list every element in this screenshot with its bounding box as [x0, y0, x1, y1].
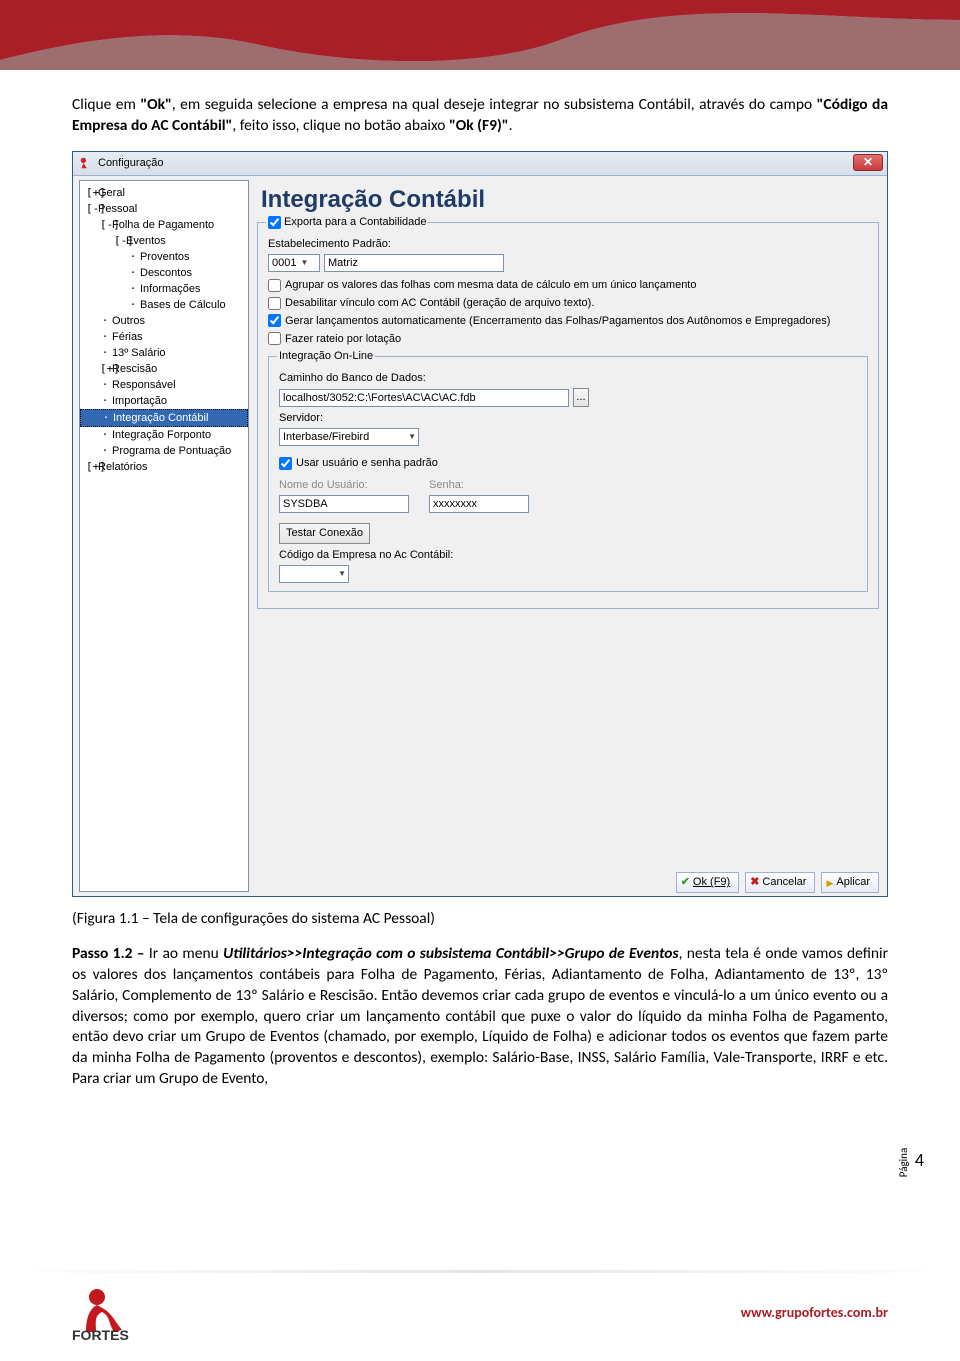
chk-default-user[interactable] [279, 457, 292, 470]
tree-node[interactable]: ·Importação [80, 393, 248, 409]
text: , em seguida selecione a empresa na qual… [172, 95, 817, 114]
lbl-db: Caminho do Banco de Dados: [279, 371, 857, 386]
tree-node[interactable]: ·Bases de Cálculo [80, 297, 248, 313]
text: . [509, 116, 513, 135]
bold-ok-f9: "Ok (F9)" [449, 116, 509, 135]
test-connection-button[interactable]: Testar Conexão [279, 523, 370, 544]
ok-button[interactable]: ✔Ok (F9) [676, 872, 740, 893]
tree-node[interactable]: ·Responsável [80, 377, 248, 393]
paragraph-passo: Passo 1.2 – Ir ao menu Utilitários>>Inte… [72, 944, 888, 1090]
db-path-field[interactable] [279, 389, 569, 407]
estab-name-field[interactable] [324, 254, 504, 272]
window-titlebar: Configuração ✕ [73, 152, 887, 176]
tree-node[interactable]: [-]Pessoal [80, 201, 248, 217]
screenshot-figure: Configuração ✕ [+]Geral[-]Pessoal[-]Folh… [72, 151, 888, 897]
config-panel: Integração Contábil Exporta para a Conta… [253, 176, 887, 896]
footer-separator [0, 1270, 960, 1273]
text: Clique em [72, 95, 140, 114]
tree-node[interactable]: [+]Relatórios [80, 459, 248, 475]
close-button[interactable]: ✕ [853, 154, 883, 171]
chk-gerar[interactable] [268, 314, 281, 327]
text: , nesta tela é onde vamos definir os val… [72, 944, 888, 1089]
chk-exporta[interactable] [268, 216, 281, 229]
check-icon: ✔ [681, 875, 690, 890]
tree-node[interactable]: [-]Eventos [80, 233, 248, 249]
server-value: Interbase/Firebird [283, 430, 369, 445]
x-icon: ✖ [750, 875, 759, 890]
app-icon [79, 156, 93, 170]
tree-node[interactable]: ·Integração Contábil [80, 409, 248, 427]
chevron-down-icon: ▼ [300, 258, 308, 269]
chk-rateio[interactable] [268, 332, 281, 345]
tree-node[interactable]: [+]Geral [80, 185, 248, 201]
chk-agrupar[interactable] [268, 279, 281, 292]
tree-node[interactable]: ·Integração Forponto [80, 427, 248, 443]
tree-node[interactable]: ·Férias [80, 329, 248, 345]
lbl-user: Nome do Usuário: [279, 478, 409, 493]
page-label: Página [898, 1148, 911, 1177]
group-online: Integração On-Line Caminho do Banco de D… [268, 356, 868, 592]
window-footer: ✔Ok (F9) ✖Cancelar ▶Aplicar [676, 870, 879, 896]
lbl-codigo-ac: Código da Empresa no Ac Contábil: [279, 548, 857, 563]
brand-name: FORTES [72, 1327, 129, 1342]
tree-node[interactable]: ·Outros [80, 313, 248, 329]
lbl-gerar: Gerar lançamentos automaticamente (Encer… [285, 315, 830, 327]
lbl-servidor: Servidor: [279, 411, 857, 426]
text: , feito isso, clique no botão abaixo [232, 116, 449, 135]
pass-field[interactable] [429, 495, 529, 513]
chevron-down-icon: ▼ [338, 569, 346, 580]
footer-url: www.grupofortes.com.br [741, 1304, 888, 1321]
page-num-value: 4 [915, 1149, 924, 1171]
passo-label: Passo 1.2 – [72, 944, 149, 963]
tree-node[interactable]: ·Proventos [80, 249, 248, 265]
codigo-ac-select[interactable]: ▼ [279, 565, 349, 583]
tree-node[interactable]: ·Descontos [80, 265, 248, 281]
lbl-rateio: Fazer rateio por lotação [285, 333, 401, 345]
lbl-estab: Estabelecimento Padrão: [268, 237, 868, 252]
cancel-label: Cancelar [762, 875, 806, 890]
chk-desabilitar[interactable] [268, 297, 281, 310]
tree-node[interactable]: ·Informações [80, 281, 248, 297]
chevron-down-icon: ▼ [408, 432, 416, 443]
cancel-button[interactable]: ✖Cancelar [745, 872, 815, 893]
estab-code-value: 0001 [272, 256, 296, 271]
play-icon: ▶ [826, 877, 833, 889]
lbl-desabilitar: Desabilitar vínculo com AC Contábil (ger… [285, 297, 594, 309]
tree-node[interactable]: ·Programa de Pontuação [80, 443, 248, 459]
text: Ir ao menu [149, 944, 223, 963]
brand-logo: FORTES [72, 1282, 152, 1347]
apply-button[interactable]: ▶Aplicar [821, 872, 879, 893]
browse-button[interactable]: ... [573, 388, 589, 407]
lbl-pass: Senha: [429, 478, 529, 493]
navigation-tree[interactable]: [+]Geral[-]Pessoal[-]Folha de Pagamento[… [79, 180, 249, 892]
user-field[interactable] [279, 495, 409, 513]
lbl-default-user: Usar usuário e senha padrão [296, 457, 438, 469]
legend-exporta: Exporta para a Contabilidade [284, 216, 426, 228]
legend-online: Integração On-Line [279, 350, 373, 362]
group-exporta: Exporta para a Contabilidade Estabelecim… [257, 222, 879, 609]
figure-caption: (Figura 1.1 – Tela de configurações do s… [72, 909, 888, 930]
page-footer: FORTES www.grupofortes.com.br [0, 1256, 960, 1361]
apply-label: Aplicar [836, 875, 870, 890]
bold-ok: "Ok" [140, 95, 172, 114]
menu-path: Utilitários>>Integração com o subsistema… [223, 944, 678, 963]
lbl-agrupar: Agrupar os valores das folhas com mesma … [285, 279, 697, 291]
ok-label: Ok (F9) [693, 875, 730, 890]
config-window: Configuração ✕ [+]Geral[-]Pessoal[-]Folh… [72, 151, 888, 897]
estab-code-select[interactable]: 0001 ▼ [268, 254, 320, 272]
panel-title: Integração Contábil [261, 184, 879, 216]
tree-node[interactable]: [+]Rescisão [80, 361, 248, 377]
page-number: Página4 [889, 1149, 924, 1171]
paragraph-intro: Clique em "Ok", em seguida selecione a e… [72, 95, 888, 137]
tree-node[interactable]: ·13º Salário [80, 345, 248, 361]
document-body: Clique em "Ok", em seguida selecione a e… [0, 0, 960, 1090]
server-select[interactable]: Interbase/Firebird ▼ [279, 428, 419, 446]
window-title: Configuração [98, 156, 163, 171]
tree-node[interactable]: [-]Folha de Pagamento [80, 217, 248, 233]
